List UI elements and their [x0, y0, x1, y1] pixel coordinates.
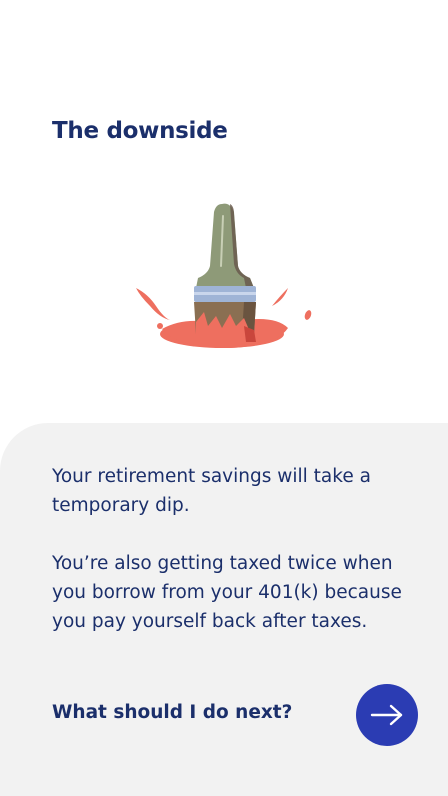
body-paragraph-taxes: You’re also getting taxed twice when you…	[52, 553, 402, 632]
page-title: The downside	[52, 118, 228, 144]
body-paragraph-dip: Your retirement savings will take a temp…	[52, 466, 371, 516]
paintbrush-splash-icon	[136, 203, 312, 348]
next-button[interactable]	[356, 684, 418, 746]
arrow-right-icon	[370, 704, 403, 726]
next-step-prompt: What should I do next?	[52, 702, 293, 723]
